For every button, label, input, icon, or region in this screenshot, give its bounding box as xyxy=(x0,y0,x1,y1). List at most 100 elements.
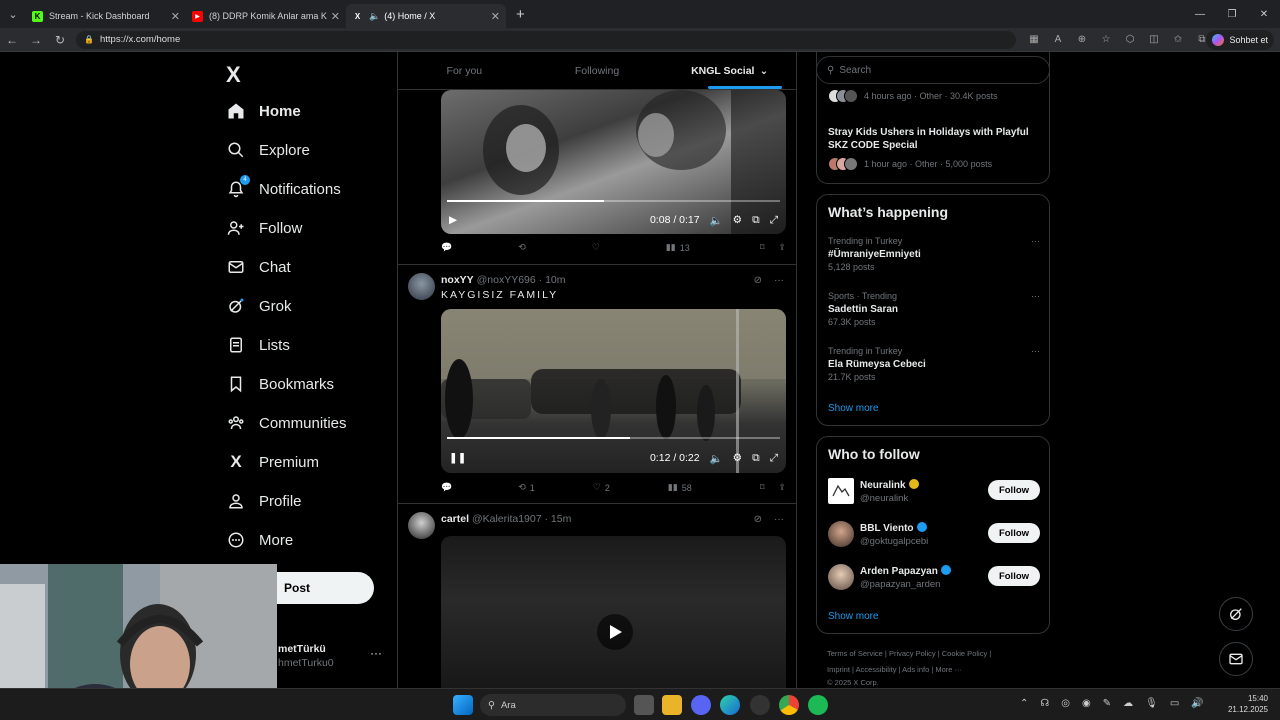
grok-icon[interactable]: ⊘ xyxy=(754,514,762,525)
nav-home[interactable]: Home xyxy=(226,96,301,126)
copilot-button[interactable]: Sohbet et xyxy=(1206,30,1274,50)
discord-icon[interactable] xyxy=(691,695,711,715)
favorite-star-icon[interactable]: ☆ xyxy=(1094,34,1118,45)
headset-icon[interactable]: ☊ xyxy=(1040,698,1049,709)
file-explorer-icon[interactable] xyxy=(662,695,682,715)
grok-icon[interactable]: ⊘ xyxy=(754,275,762,286)
nav-notifications[interactable]: 4 Notifications xyxy=(226,174,341,204)
browser-tab-youtube[interactable]: ▶ (8) DDRP Komik Anlar ama Kick Cl ✕ xyxy=(186,4,346,28)
browser-tab-x[interactable]: X 🔈 (4) Home / X ✕ xyxy=(346,4,506,28)
nav-lists[interactable]: Lists xyxy=(226,330,290,360)
picture-in-picture-icon[interactable]: ⧉ xyxy=(752,214,760,227)
nav-more[interactable]: More xyxy=(226,525,293,555)
follow-suggestion[interactable]: Neuralink @neuralink Follow xyxy=(828,477,1040,507)
tab-kngl-social[interactable]: KNGL Social ⌄ xyxy=(663,52,796,89)
close-window-icon[interactable]: ✕ xyxy=(1248,0,1280,28)
nav-profile[interactable]: Profile xyxy=(226,486,302,516)
account-switcher[interactable]: metTürkü hmetTurku0 xyxy=(278,642,334,670)
minimize-icon[interactable]: — xyxy=(1184,0,1216,28)
chevron-up-icon[interactable]: ⌃ xyxy=(1020,698,1028,709)
views-icon[interactable]: ▮▮ 13 xyxy=(666,242,690,253)
app-icon[interactable] xyxy=(750,695,770,715)
edge-icon[interactable] xyxy=(720,695,740,715)
play-button[interactable] xyxy=(597,614,633,650)
spotify-icon[interactable] xyxy=(808,695,828,715)
bookmark-icon[interactable]: ⌑ xyxy=(760,242,765,253)
volume-icon[interactable]: 🔈 xyxy=(710,452,723,465)
volume-icon[interactable]: 🔈 xyxy=(710,214,723,227)
zoom-icon[interactable]: ⊕ xyxy=(1070,34,1094,45)
favorites-icon[interactable]: ✩ xyxy=(1166,34,1190,45)
more-icon[interactable]: ··· xyxy=(774,514,784,525)
footer-line[interactable]: Terms of Service | Privacy Policy | Cook… xyxy=(827,646,1042,662)
follow-button[interactable]: Follow xyxy=(988,523,1040,543)
restore-icon[interactable]: ❐ xyxy=(1216,0,1248,28)
picture-in-picture-icon[interactable]: ⧉ xyxy=(752,452,760,465)
more-icon[interactable]: ··· xyxy=(774,275,784,286)
bookmark-icon[interactable]: ⌑ xyxy=(760,482,765,493)
video-player[interactable] xyxy=(441,536,786,688)
footer-line[interactable]: Imprint | Accessibility | Ads info | Mor… xyxy=(827,662,1042,678)
share-icon[interactable]: ⇪ xyxy=(778,242,786,253)
more-icon[interactable]: ··· xyxy=(1031,345,1040,358)
share-icon[interactable]: ⇪ xyxy=(778,482,786,493)
task-view-icon[interactable] xyxy=(634,695,654,715)
windows-start-icon[interactable] xyxy=(453,695,473,715)
monitor-icon[interactable]: ▭ xyxy=(1170,698,1179,709)
nav-follow[interactable]: Follow xyxy=(226,213,302,243)
tab-actions-button[interactable]: ⌄ xyxy=(0,0,26,28)
follow-button[interactable]: Follow xyxy=(988,480,1040,500)
nav-communities[interactable]: Communities xyxy=(226,408,347,438)
cloud-icon[interactable]: ☁ xyxy=(1123,698,1133,709)
tweet-time[interactable]: · 10m xyxy=(539,274,566,286)
translate-icon[interactable]: A xyxy=(1046,34,1070,45)
clock[interactable]: 15:40 21.12.2025 xyxy=(1228,693,1268,715)
steam-icon[interactable]: ◉ xyxy=(1082,698,1091,709)
news-headline[interactable]: Stray Kids Ushers in Holidays with Playf… xyxy=(828,126,1043,152)
author-name[interactable]: noxYY xyxy=(441,274,474,286)
messages-fab-icon[interactable] xyxy=(1219,642,1253,676)
author-name[interactable]: cartel xyxy=(441,513,469,525)
pen-icon[interactable]: ✎ xyxy=(1103,698,1111,709)
tab-close-icon[interactable]: ✕ xyxy=(331,10,340,23)
tweet-time[interactable]: · 15m xyxy=(545,513,572,525)
more-icon[interactable]: ··· xyxy=(1031,235,1040,248)
trend-item[interactable]: Sports · Trending Sadettin Saran 67.3K p… xyxy=(828,290,1040,329)
new-tab-button[interactable]: + xyxy=(516,6,525,23)
like-icon[interactable]: ♡ 2 xyxy=(593,482,610,493)
follow-suggestion[interactable]: Arden Papazyan @papazyan_arden Follow xyxy=(828,563,1040,593)
tab-close-icon[interactable]: ✕ xyxy=(491,10,500,23)
more-icon[interactable]: ··· xyxy=(1031,290,1040,303)
extensions-icon[interactable]: ⬡ xyxy=(1118,34,1142,45)
author-handle[interactable]: @Kalerita1907 xyxy=(472,513,542,525)
author-handle[interactable]: @noxYY696 xyxy=(477,274,536,286)
nav-bookmarks[interactable]: Bookmarks xyxy=(226,369,334,399)
volume-icon[interactable]: 🔊 xyxy=(1191,698,1203,709)
video-player[interactable]: ▶ 0:08 / 0:17 🔈 ⚙ ⧉ ⤢ xyxy=(441,90,786,234)
pause-icon[interactable]: ❚❚ xyxy=(449,452,467,464)
like-icon[interactable]: ♡ xyxy=(592,242,600,253)
views-icon[interactable]: ▮▮ 58 xyxy=(668,482,692,493)
chrome-icon[interactable] xyxy=(779,695,799,715)
repost-icon[interactable]: ⟲ 1 xyxy=(518,482,535,493)
back-icon[interactable]: ← xyxy=(0,33,24,47)
taskbar-search[interactable]: ⚲ Ara xyxy=(480,694,626,716)
browser-tab-kick[interactable]: K Stream - Kick Dashboard ✕ xyxy=(26,4,186,28)
repost-icon[interactable]: ⟲ xyxy=(518,242,526,253)
trend-item[interactable]: Trending in Turkey #ÜmraniyeEmniyeti 5,1… xyxy=(828,235,1040,274)
nav-explore[interactable]: Explore xyxy=(226,135,310,165)
settings-gear-icon[interactable]: ⚙ xyxy=(733,452,742,464)
play-icon[interactable]: ▶ xyxy=(449,214,457,226)
video-player[interactable]: ❚❚ 0:12 / 0:22 🔈 ⚙ ⧉ ⤢ xyxy=(441,309,786,473)
fullscreen-icon[interactable]: ⤢ xyxy=(770,452,778,465)
search-input[interactable]: ⚲ Search xyxy=(816,56,1050,84)
tab-close-icon[interactable]: ✕ xyxy=(171,10,180,23)
show-more-link[interactable]: Show more xyxy=(828,403,879,414)
follow-button[interactable]: Follow xyxy=(988,566,1040,586)
nav-chat[interactable]: Chat xyxy=(226,252,291,282)
video-progress-bar[interactable] xyxy=(447,200,780,202)
trend-item[interactable]: Trending in Turkey Ela Rümeysa Cebeci 21… xyxy=(828,345,1040,384)
reply-icon[interactable]: 💬 xyxy=(441,482,452,493)
reader-icon[interactable]: ▦ xyxy=(1022,34,1046,45)
follow-suggestion[interactable]: BBL Viento @goktugalpcebi Follow xyxy=(828,520,1040,550)
